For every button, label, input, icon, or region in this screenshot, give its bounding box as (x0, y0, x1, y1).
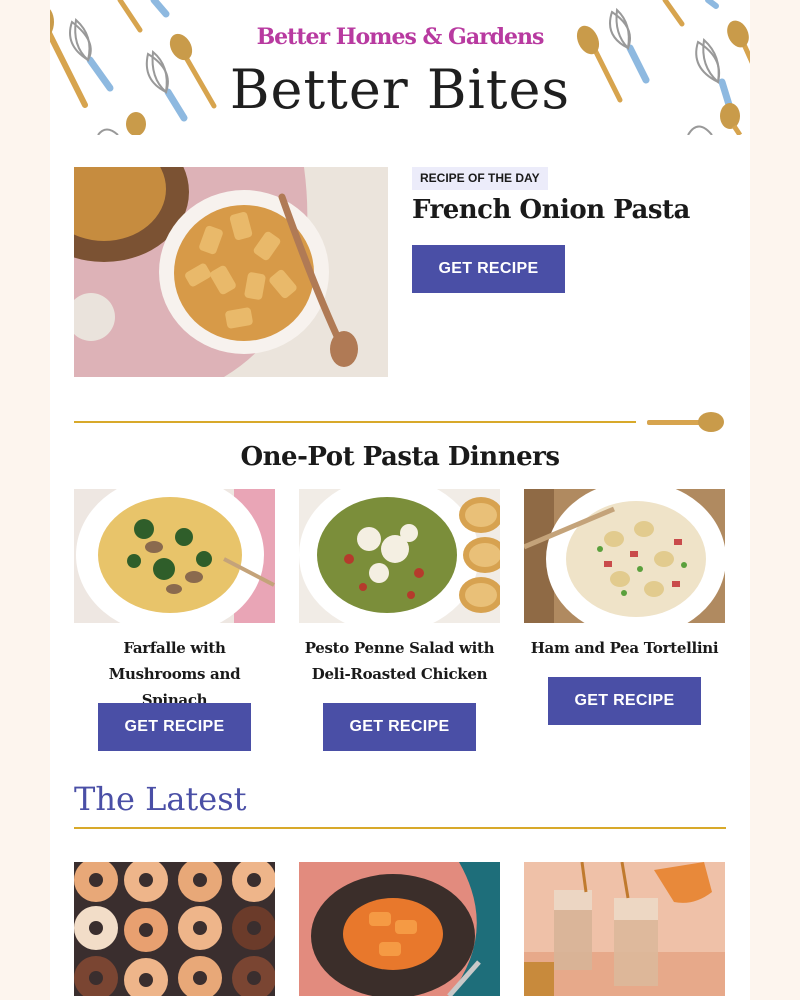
section-divider (74, 827, 726, 829)
header: Better Homes & Gardens Better Bites (50, 0, 750, 135)
recipe-title[interactable]: Pesto Penne Salad with Deli-Roasted Chic… (299, 635, 500, 687)
get-recipe-button[interactable]: GET RECIPE (323, 703, 476, 751)
get-recipe-button[interactable]: GET RECIPE (98, 703, 251, 751)
recipe-image[interactable] (524, 489, 725, 623)
newsletter-title: Better Bites (229, 58, 571, 121)
latest-image-iced-coffee[interactable] (524, 862, 725, 996)
featured-recipe-image[interactable] (74, 167, 388, 377)
wooden-spoon-icon (647, 412, 724, 432)
whisk-icon (705, 0, 719, 9)
get-recipe-button[interactable]: GET RECIPE (548, 677, 701, 725)
recipe-card: Farfalle with Mushrooms and Spinach (74, 489, 275, 713)
recipe-title[interactable]: Ham and Pea Tortellini (524, 635, 725, 661)
featured-recipe-title[interactable]: French Onion Pasta (412, 195, 690, 225)
whisk-icon (150, 0, 170, 18)
recipe-of-the-day-badge: RECIPE OF THE DAY (412, 167, 548, 190)
section-title: One-Pot Pasta Dinners (240, 442, 561, 472)
whisk-icon (687, 125, 713, 135)
section-divider (74, 421, 636, 423)
latest-image-pasta[interactable] (299, 862, 500, 996)
featured-get-recipe-button[interactable]: GET RECIPE (412, 245, 565, 293)
email-body: Better Homes & Gardens Better Bites RECI… (50, 0, 750, 1000)
recipe-card: Ham and Pea Tortellini (524, 489, 725, 661)
latest-section-title: The Latest (74, 780, 247, 818)
wooden-spoon-icon (662, 0, 685, 27)
recipe-card: Pesto Penne Salad with Deli-Roasted Chic… (299, 489, 500, 687)
recipe-title[interactable]: Farfalle with Mushrooms and Spinach (74, 635, 275, 713)
whisk-icon (97, 128, 119, 135)
brand-logo[interactable]: Better Homes & Gardens (50, 24, 750, 50)
latest-image-donuts[interactable] (74, 862, 275, 996)
recipe-image[interactable] (74, 489, 275, 623)
recipe-image[interactable] (299, 489, 500, 623)
